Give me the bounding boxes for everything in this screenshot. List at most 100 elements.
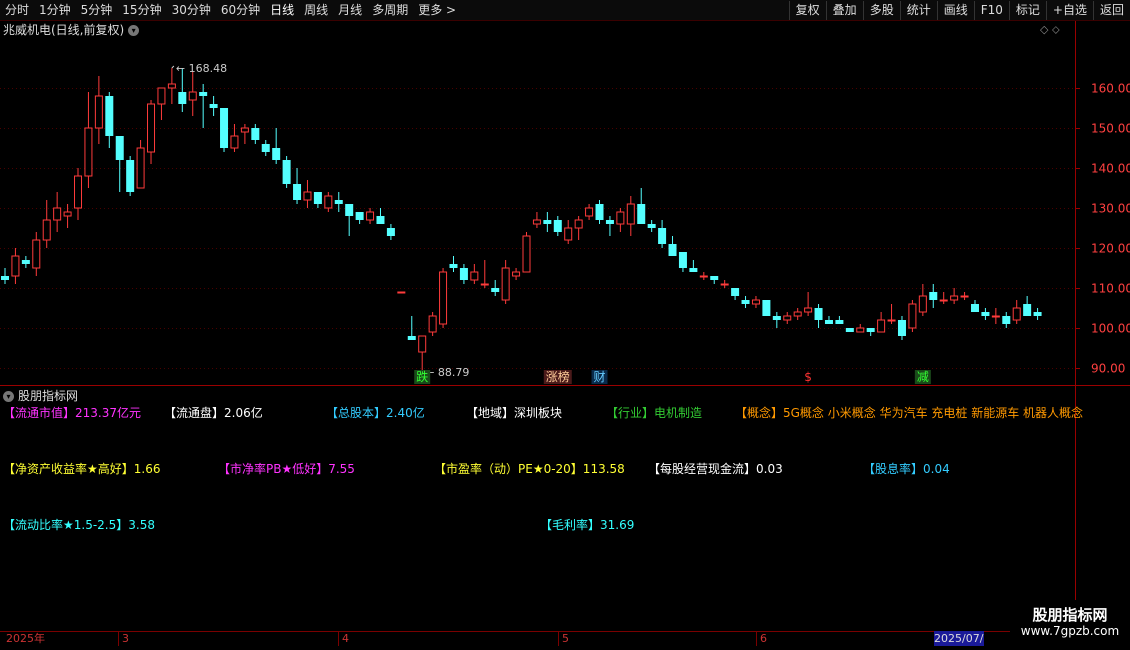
- candle-body: [251, 128, 260, 140]
- timeline-label: 2025年: [6, 632, 45, 645]
- watermark: 股朋指标网 www.7gpzb.com: [1010, 600, 1130, 650]
- candle-body: [324, 195, 333, 209]
- statistics-button[interactable]: 统计: [899, 0, 937, 20]
- candle-body: [783, 315, 792, 321]
- candle-body: [470, 271, 479, 281]
- candle-body: [678, 252, 687, 268]
- candle-body: [355, 212, 364, 220]
- event-marker: 减: [917, 370, 929, 384]
- draw-line-button[interactable]: 画线: [936, 0, 974, 20]
- candle-body: [532, 219, 541, 225]
- candle-body: [720, 283, 729, 286]
- candle-body: [74, 175, 83, 209]
- candle-body: [543, 220, 552, 224]
- candle-body: [94, 95, 103, 129]
- candle-body: [856, 327, 865, 333]
- watermark-url: www.7gpzb.com: [1020, 624, 1120, 638]
- date-timeline: 2025年 3 4 5 6: [0, 631, 1075, 646]
- period-tab-intraday[interactable]: 分时: [0, 0, 34, 20]
- candle-body: [42, 219, 51, 241]
- candle-body: [428, 315, 437, 333]
- candle-body: [386, 228, 395, 236]
- candle-body: [1033, 312, 1042, 316]
- candle-body: [32, 239, 41, 269]
- candle-body: [824, 320, 833, 324]
- candle-body: [668, 244, 677, 256]
- candle-body: [345, 204, 354, 216]
- overlay-button[interactable]: 叠加: [825, 0, 863, 20]
- event-marker: $: [804, 370, 812, 384]
- candle-body: [147, 103, 156, 153]
- period-tab-5min[interactable]: 5分钟: [76, 0, 118, 20]
- candle-body: [1023, 304, 1032, 316]
- period-tab-daily[interactable]: 日线: [265, 0, 299, 20]
- adjust-button[interactable]: 复权: [788, 0, 826, 20]
- candle-body: [449, 264, 458, 268]
- candlestick-chart[interactable]: 90.00 100.00 110.00 120.00 130.00 140.00 150.0…: [0, 21, 1130, 631]
- period-tab-1min[interactable]: 1分钟: [34, 0, 76, 20]
- candle-body: [616, 211, 625, 225]
- candle-body: [626, 203, 635, 225]
- add-watchlist-button[interactable]: +自选: [1045, 0, 1093, 20]
- period-tab-multi[interactable]: 多周期: [367, 0, 413, 20]
- chart-title-row: 兆威机电(日线,前复权) ▾: [3, 22, 140, 38]
- timeline-label: 4: [338, 632, 349, 646]
- multi-stock-button[interactable]: 多股: [862, 0, 900, 20]
- candle-body: [814, 308, 823, 320]
- candle-body: [585, 207, 594, 217]
- candle-body: [835, 320, 844, 324]
- candle-body: [637, 204, 646, 224]
- candle-body: [741, 300, 750, 304]
- candle-body: [897, 320, 906, 336]
- y-tick-label: 160.00: [1091, 82, 1130, 96]
- candle-body: [699, 275, 708, 278]
- candle-body: [710, 276, 719, 280]
- candle-body: [647, 224, 656, 228]
- industry-text: 【行业】电机制造: [606, 406, 703, 420]
- candle-body: [220, 108, 229, 148]
- indicator-title-row: ▾ 股朋指标网: [3, 388, 78, 404]
- period-tab-60min[interactable]: 60分钟: [216, 0, 265, 20]
- candle-body: [272, 148, 281, 160]
- period-tab-more[interactable]: 更多 >: [413, 0, 461, 20]
- period-tab-30min[interactable]: 30分钟: [167, 0, 216, 20]
- f10-button[interactable]: F10: [973, 0, 1009, 20]
- back-button[interactable]: 返回: [1092, 0, 1130, 20]
- candle-body: [512, 271, 521, 277]
- watermark-title: 股朋指标网: [1032, 606, 1108, 624]
- expand-icon[interactable]: ⬦: [1052, 23, 1060, 36]
- y-tick-label: 90.00: [1091, 362, 1125, 376]
- period-tab-15min[interactable]: 15分钟: [117, 0, 166, 20]
- indicator-menu-icon[interactable]: ▾: [3, 390, 14, 402]
- candle-body: [126, 160, 135, 192]
- pe-text: 【市盈率（动）PE★0-20】113.58: [434, 462, 625, 476]
- low-price-label: ← 88.79: [425, 366, 469, 379]
- candle-body: [136, 147, 145, 189]
- candle-body: [1012, 307, 1021, 321]
- candle-body: [564, 227, 573, 241]
- candle-body: [845, 328, 854, 332]
- candle-body: [908, 303, 917, 329]
- candle-body: [63, 211, 72, 217]
- candle-body: [407, 336, 416, 340]
- candle-body: [929, 292, 938, 300]
- candle-body: [282, 160, 291, 184]
- candle-body: [313, 192, 322, 204]
- mark-button[interactable]: 标记: [1008, 0, 1046, 20]
- y-tick-label: 110.00: [1091, 282, 1130, 296]
- pb-text: 【市净率PB★低好】7.55: [218, 462, 355, 476]
- candle-body: [804, 307, 813, 313]
- float-shares-text: 【流通盘】2.06亿: [164, 406, 263, 420]
- diamond-icon[interactable]: ◇: [1040, 23, 1048, 36]
- period-tab-weekly[interactable]: 周线: [299, 0, 333, 20]
- candle-body: [459, 268, 468, 280]
- timeline-label: 5: [558, 632, 569, 646]
- period-tab-monthly[interactable]: 月线: [333, 0, 367, 20]
- candle-body: [960, 295, 969, 298]
- candle-body: [918, 295, 927, 313]
- chart-menu-icon[interactable]: ▾: [128, 24, 140, 36]
- candle-body: [981, 312, 990, 316]
- y-tick-label: 100.00: [1091, 322, 1130, 336]
- period-toolbar: 分时 1分钟 5分钟 15分钟 30分钟 60分钟 日线 周线 月线 多周期 更…: [0, 0, 1130, 21]
- candle-body: [21, 260, 30, 264]
